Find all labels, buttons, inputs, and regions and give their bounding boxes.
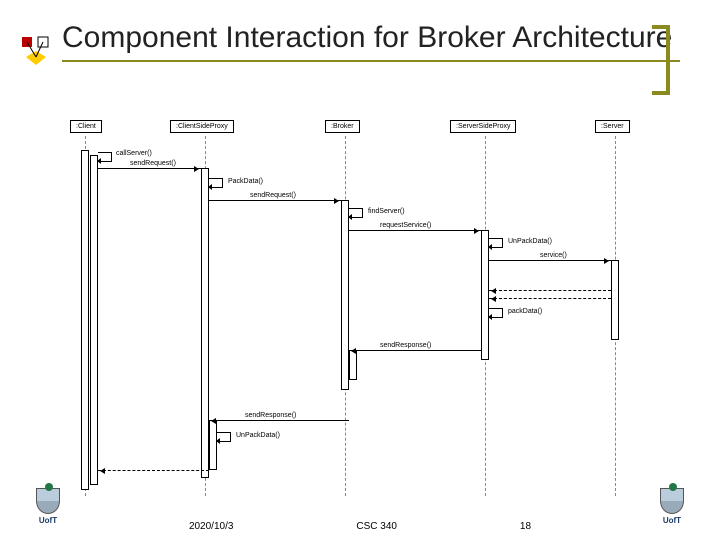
self-call xyxy=(98,152,112,162)
msg-packdata1: PackData() xyxy=(228,178,263,185)
msg-arrow xyxy=(349,350,481,351)
activation-server xyxy=(611,260,619,340)
self-call xyxy=(489,308,503,318)
activation-broker-inner xyxy=(349,350,357,380)
msg-packdata2: packData() xyxy=(508,308,542,315)
msg-callserver: callServer() xyxy=(116,150,152,157)
return-arrow xyxy=(98,470,209,471)
lifeline-client: :Client xyxy=(70,120,102,133)
footer-date: 2020/10/3 xyxy=(189,521,234,532)
bracket-decoration xyxy=(652,25,670,95)
msg-arrow xyxy=(209,420,349,421)
lifeline-server: :Server xyxy=(595,120,630,133)
self-call xyxy=(489,238,503,248)
activation-broker xyxy=(341,200,349,390)
lifeline-broker: :Broker xyxy=(325,120,360,133)
msg-requestservice: requestService() xyxy=(380,222,431,229)
footer: UofT 2020/10/3 CSC 340 18 UofT xyxy=(0,488,720,532)
lifeline-client-proxy: :ClientSideProxy xyxy=(170,120,234,133)
msg-findserver: findServer() xyxy=(368,208,405,215)
activation-client-inner xyxy=(90,155,98,485)
msg-sendresponse1: sendResponse() xyxy=(380,342,431,349)
activation-clientproxy-inner xyxy=(209,420,217,470)
footer-page: 18 xyxy=(520,521,531,532)
msg-sendrequest1: sendRequest() xyxy=(130,160,176,167)
msg-arrow xyxy=(209,200,341,201)
msg-unpackdata2: UnPackData() xyxy=(236,432,280,439)
bullet-icon xyxy=(20,35,52,67)
msg-sendresponse2: sendResponse() xyxy=(245,412,296,419)
logo-text: UofT xyxy=(39,516,57,525)
msg-sendrequest2: sendRequest() xyxy=(250,192,296,199)
self-call xyxy=(209,178,223,188)
logo-text: UofT xyxy=(663,516,681,525)
uoft-logo-left: UofT xyxy=(30,488,66,532)
lifeline-server-proxy: :ServerSideProxy xyxy=(450,120,516,133)
slide-title: Component Interaction for Broker Archite… xyxy=(62,20,680,62)
self-call xyxy=(349,208,363,218)
msg-arrow xyxy=(98,168,201,169)
msg-service: service() xyxy=(540,252,567,259)
self-call xyxy=(217,432,231,442)
msg-arrow xyxy=(349,230,481,231)
sequence-diagram: :Client :ClientSideProxy :Broker :Server… xyxy=(70,120,670,500)
msg-unpackdata1: UnPackData() xyxy=(508,238,552,245)
return-arrow xyxy=(489,298,611,299)
footer-course: CSC 340 xyxy=(356,521,397,532)
uoft-logo-right: UofT xyxy=(654,488,690,532)
return-arrow xyxy=(489,290,611,291)
msg-arrow xyxy=(489,260,611,261)
activation-clientproxy xyxy=(201,168,209,478)
activation-client xyxy=(81,150,89,490)
